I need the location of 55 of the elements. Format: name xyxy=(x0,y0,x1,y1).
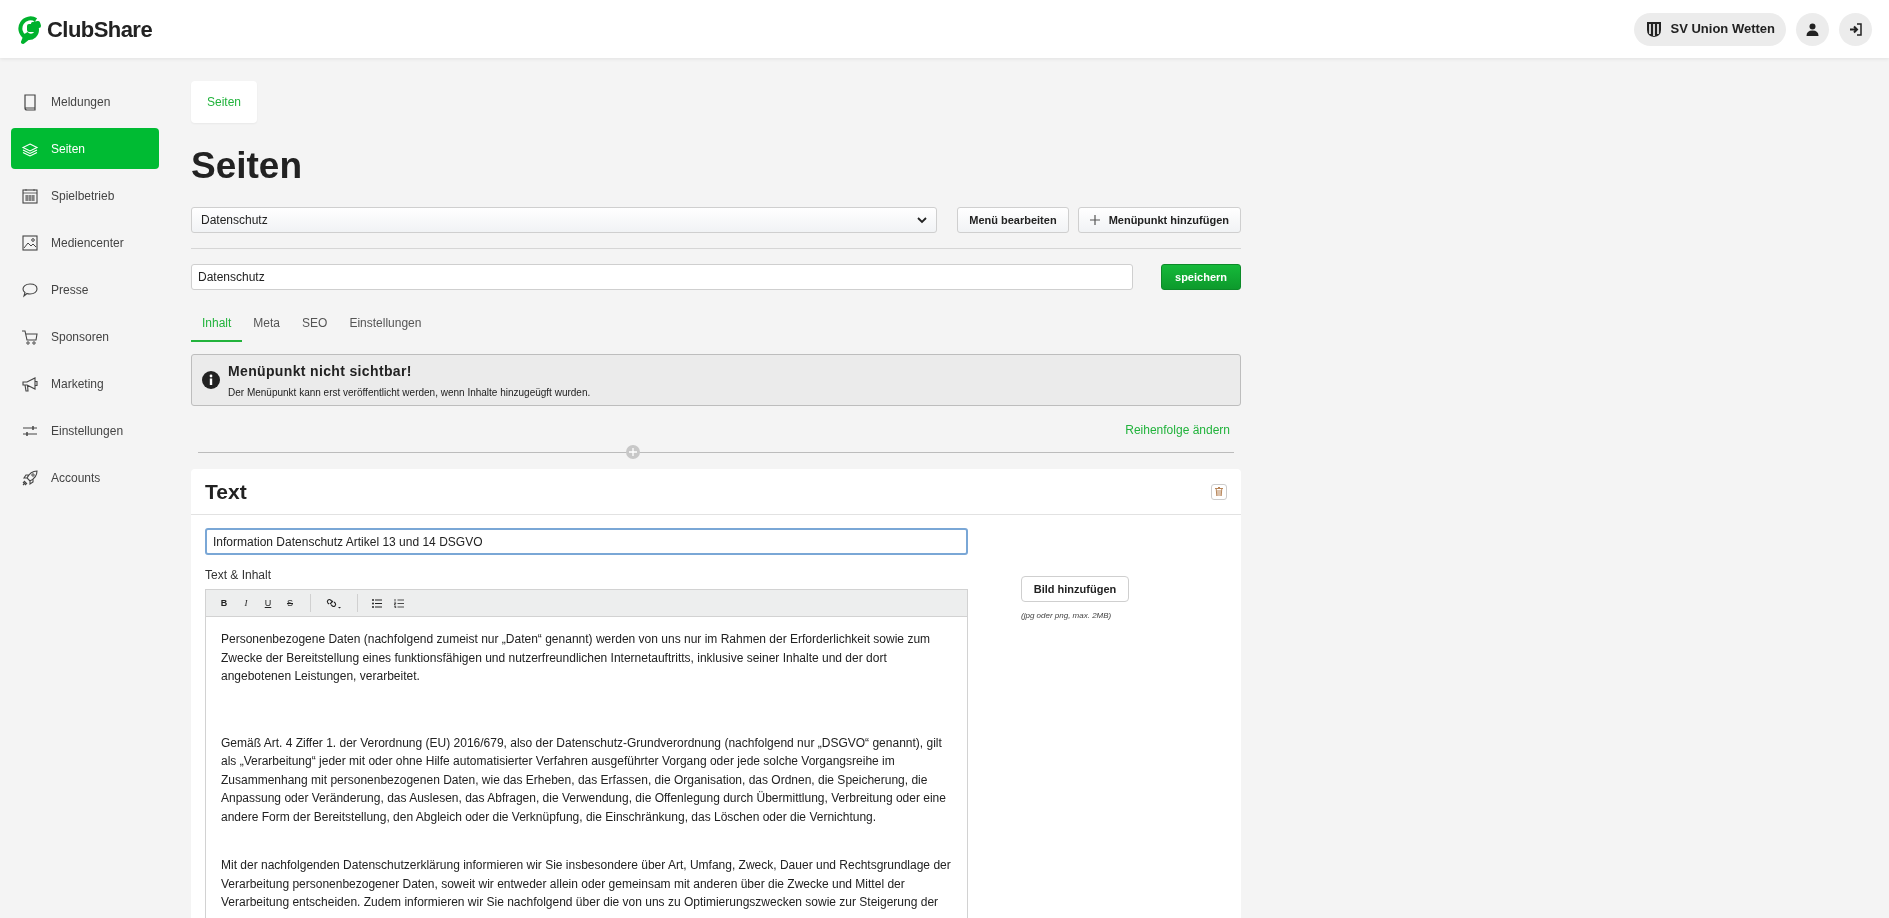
sidebar-item[interactable]: Accounts xyxy=(11,457,159,498)
club-crest-icon xyxy=(1644,20,1663,38)
add-image-button[interactable]: Bild hinzufügen xyxy=(1021,576,1129,603)
logout-icon xyxy=(1849,22,1862,36)
logout-button[interactable] xyxy=(1839,12,1872,46)
underline-button[interactable]: U xyxy=(257,593,279,614)
alert-message: Der Menüpunkt kann erst veröffentlicht werden, wenn Inhalte hinzugeügft wurden. xyxy=(228,385,591,400)
block-title: Text xyxy=(205,479,247,505)
tab[interactable]: Meta xyxy=(242,314,292,343)
delete-button[interactable] xyxy=(1211,483,1227,500)
edit-menu-button[interactable]: Menü bearbeiten xyxy=(957,207,1069,234)
heading-field[interactable]: Information Datenschutz Artikel 13 und 14 DSGVO xyxy=(205,528,968,556)
logo-text: ClubShare xyxy=(47,15,153,44)
editor-paragraph: Mit der nachfolgenden Datenschutzerklärung informieren wir Sie insbesondere über Art, Umfang, Zweck, Dauer und Rechtsgrundlage der Verarbeitung personenbezogener Daten, soweit wir entweder allein oder gemeinsam mit anderen über die Zwecke und Mittel der Verarbeitung entscheiden. Zudem informieren wir Sie nachfolgend über die von uns zu Optimierungszwecken sowie zur Steigerung der xyxy=(221,857,952,912)
page-select[interactable]: Datenschutz xyxy=(191,207,938,234)
sidebar-item[interactable]: Spielbetrieb xyxy=(11,175,159,216)
alert-title: Menüpunkt nicht sichtbar! xyxy=(228,361,413,381)
speech-bubble-icon xyxy=(21,280,39,299)
logo-icon xyxy=(17,14,41,44)
editor-paragraph: Personenbezogene Daten (nachfolgend zumeist nur „Daten“ genannt) werden von uns nur im Rahmen der Erforderlichkeit sowie zum Zwecke der Bereitstellung eines funktionsfähigen und nutzerfreundlichen Internetauftritts, inklusive seiner Inhalte und der dort angebotenen Leistungen, verarbeitet. xyxy=(221,631,932,686)
cart-icon xyxy=(21,327,39,346)
add-menu-item-button[interactable]: Menüpunkt hinzufügen xyxy=(1077,207,1241,234)
tab[interactable]: Einstellungen xyxy=(338,314,433,343)
user-icon xyxy=(1806,22,1819,36)
calendar-icon xyxy=(21,186,39,205)
link-icon xyxy=(326,597,342,610)
plus-icon xyxy=(629,448,637,457)
info-icon xyxy=(202,371,220,390)
bullet-list-icon xyxy=(372,598,382,608)
sidebar-item[interactable]: Marketing xyxy=(11,363,159,404)
plus-icon xyxy=(1089,215,1100,226)
sidebar-item[interactable]: Meldungen xyxy=(11,81,159,122)
user-button[interactable] xyxy=(1796,12,1829,46)
rich-text-editor[interactable] xyxy=(205,589,968,918)
book-icon xyxy=(21,92,39,111)
strikethrough-button[interactable]: S xyxy=(279,593,301,614)
megaphone-icon xyxy=(21,374,39,393)
sidebar-item[interactable]: Presse xyxy=(11,269,159,310)
italic-button[interactable]: I xyxy=(235,593,257,614)
title-field[interactable]: Datenschutz xyxy=(191,264,1133,291)
club-button[interactable]: SV Union Wetten xyxy=(1633,12,1786,46)
bold-button[interactable]: B xyxy=(213,593,235,614)
rocket-icon xyxy=(21,468,39,487)
sidebar-item[interactable]: Sponsoren xyxy=(11,316,159,357)
trash-icon xyxy=(1215,487,1223,497)
tab[interactable]: SEO xyxy=(291,314,339,343)
image-icon xyxy=(21,233,39,252)
image-hint: (jpg oder png, max. 2MB) xyxy=(1021,610,1113,623)
editor-label: Text & Inhalt xyxy=(205,567,273,585)
sidebar-item[interactable]: Mediencenter xyxy=(11,222,159,263)
page-title: Seiten xyxy=(191,144,304,188)
numbered-list-icon xyxy=(394,598,404,608)
editor-paragraph: Gemäß Art. 4 Ziffer 1. der Verordnung (EU) 2016/679, also der Datenschutz-Grundverordnung (nachfolgend nur „DSGVO“ genannt), gilt als „Verarbeitung“ jeder mit oder ohne Hilfe automatisierter Verfahren ausgeführter Vorgang oder jede solche Vorgangsreihe im Zusammenhang mit personenbezogenen Daten, wie das Erheben, das Erfassen, die Organisation, das Ordnen, die Speicherung, die Anpassung oder Veränderung, das Auslesen, das Abfragen, die Verwendung, die Offenlegung durch Übermittlung, Verbreitung oder eine andere Form der Bereitstellung, den Abgleich oder die Verknüpfung, die Einschränkung, das Löschen oder die Vernichtung. xyxy=(221,734,947,826)
chevron-down-icon xyxy=(917,216,928,224)
sidebar-item[interactable]: Einstellungen xyxy=(11,410,159,451)
